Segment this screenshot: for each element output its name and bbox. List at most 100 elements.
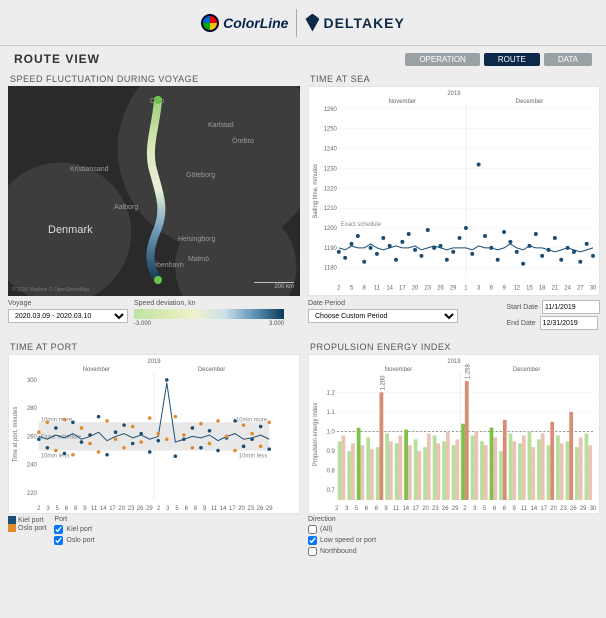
logo-colorline: ColorLine: [201, 14, 288, 32]
logo-divider: [296, 9, 297, 37]
svg-text:1230: 1230: [324, 166, 338, 172]
svg-text:6: 6: [65, 506, 69, 512]
voyage-label: Voyage: [8, 300, 128, 307]
svg-text:29: 29: [580, 506, 587, 512]
svg-text:260: 260: [27, 434, 38, 440]
svg-text:12: 12: [513, 286, 520, 292]
svg-text:3: 3: [477, 286, 481, 292]
route-path-icon: [8, 86, 300, 296]
speed-dev-label: Speed deviation, kn: [134, 300, 284, 307]
svg-text:26: 26: [442, 506, 449, 512]
svg-text:280: 280: [27, 406, 38, 412]
chart-time-at-sea[interactable]: 2019NovemberDecember11801190120012101220…: [309, 87, 599, 296]
svg-text:23: 23: [128, 506, 135, 512]
svg-text:Sailing time, minutes: Sailing time, minutes: [313, 164, 319, 219]
svg-text:17: 17: [399, 286, 406, 292]
svg-text:29: 29: [266, 506, 273, 512]
chk-dir-nb[interactable]: Northbound: [308, 547, 376, 556]
panel-time-at-sea: TIME AT SEA 2019NovemberDecember11801190…: [308, 70, 600, 330]
deltakey-diamond-icon: [305, 14, 319, 32]
svg-text:9: 9: [83, 506, 87, 512]
logo-deltakey: DELTAKEY: [305, 14, 404, 32]
chk-oslo[interactable]: Oslo port: [54, 536, 94, 545]
svg-text:5: 5: [56, 506, 60, 512]
svg-text:8: 8: [503, 506, 507, 512]
legend-kiel: Kiel port: [18, 517, 44, 524]
svg-text:6: 6: [493, 506, 497, 512]
svg-text:3: 3: [473, 506, 477, 512]
svg-text:2019: 2019: [447, 91, 461, 97]
page-title: ROUTE VIEW: [14, 52, 100, 66]
panel-propulsion: PROPULSION ENERGY INDEX 2019NovemberDece…: [308, 338, 600, 556]
svg-text:14: 14: [386, 286, 393, 292]
chk-dir-all[interactable]: (All): [308, 525, 376, 534]
svg-text:11: 11: [91, 506, 98, 512]
route-map[interactable]: Denmark Oslo Kristiansand Göteborg Aalbo…: [8, 86, 300, 296]
panel-title-map: SPEED FLUCTUATION DURING VOYAGE: [8, 70, 300, 86]
svg-text:29: 29: [452, 506, 459, 512]
chk-dir-low[interactable]: Low speed or port: [308, 536, 376, 545]
legend-max: 3.000: [269, 321, 284, 327]
brand1-text: ColorLine: [223, 15, 288, 31]
panel-title-prop: PROPULSION ENERGY INDEX: [308, 338, 600, 354]
svg-text:11: 11: [374, 286, 381, 292]
chart-propulsion[interactable]: 2019NovemberDecember0.70.80.91.01.11.2Pr…: [309, 355, 599, 514]
titlebar: ROUTE VIEW OPERATION ROUTE DATA: [0, 46, 606, 70]
speed-legend-bar: [134, 309, 284, 319]
legend-oslo: Oslo port: [18, 525, 46, 532]
svg-text:5: 5: [355, 506, 359, 512]
svg-text:26: 26: [437, 286, 444, 292]
svg-text:20: 20: [238, 506, 245, 512]
svg-text:10min more: 10min more: [236, 417, 268, 423]
tab-data[interactable]: DATA: [544, 53, 592, 66]
svg-text:26: 26: [570, 506, 577, 512]
svg-text:2: 2: [335, 506, 338, 512]
map-scalebar: 200 km: [254, 282, 294, 290]
svg-text:11: 11: [521, 506, 528, 512]
svg-text:November: November: [389, 99, 416, 105]
svg-text:24: 24: [564, 286, 571, 292]
map-attribution: © 2020 Mapbox © OpenStreetMap: [12, 287, 89, 293]
date-period-label: Date Period: [308, 300, 500, 307]
end-date-label: End Date: [506, 320, 535, 327]
svg-text:November: November: [385, 367, 412, 373]
tab-operation[interactable]: OPERATION: [405, 53, 480, 66]
svg-text:18: 18: [539, 286, 546, 292]
svg-text:1.258: 1.258: [466, 364, 472, 380]
svg-text:26: 26: [137, 506, 144, 512]
svg-text:21: 21: [552, 286, 559, 292]
svg-text:8: 8: [375, 506, 379, 512]
svg-text:2: 2: [463, 506, 466, 512]
svg-text:Exact schedule: Exact schedule: [341, 222, 382, 228]
svg-text:29: 29: [146, 506, 153, 512]
svg-text:1.2: 1.2: [327, 390, 335, 396]
svg-text:1.1: 1.1: [327, 410, 336, 416]
port-filter-label: Port: [54, 516, 94, 523]
svg-text:2: 2: [337, 286, 340, 292]
svg-text:1180: 1180: [324, 266, 337, 272]
svg-text:23: 23: [424, 286, 431, 292]
svg-text:30: 30: [590, 506, 597, 512]
svg-text:17: 17: [229, 506, 236, 512]
svg-text:17: 17: [412, 506, 419, 512]
svg-text:20: 20: [118, 506, 125, 512]
date-period-select[interactable]: Choose Custom Period: [308, 309, 458, 323]
tab-route[interactable]: ROUTE: [484, 53, 540, 66]
svg-text:14: 14: [531, 506, 538, 512]
view-tabs: OPERATION ROUTE DATA: [405, 53, 592, 66]
svg-text:1260: 1260: [324, 107, 338, 113]
svg-text:5: 5: [175, 506, 179, 512]
svg-text:Time at port, minutes: Time at port, minutes: [13, 407, 19, 463]
svg-text:17: 17: [540, 506, 547, 512]
start-date-input[interactable]: [542, 300, 600, 314]
svg-text:6: 6: [365, 506, 369, 512]
end-date-input[interactable]: [540, 316, 598, 330]
svg-text:26: 26: [257, 506, 264, 512]
chk-kiel[interactable]: Kiel port: [54, 525, 94, 534]
voyage-select[interactable]: 2020.03.09 - 2020.03.10: [8, 309, 128, 323]
svg-text:December: December: [198, 367, 225, 373]
chart-time-at-port[interactable]: 2019NovemberDecember10min more10min more…: [9, 355, 299, 514]
svg-text:1200: 1200: [324, 226, 338, 232]
svg-text:20: 20: [550, 506, 557, 512]
svg-text:20: 20: [412, 286, 419, 292]
